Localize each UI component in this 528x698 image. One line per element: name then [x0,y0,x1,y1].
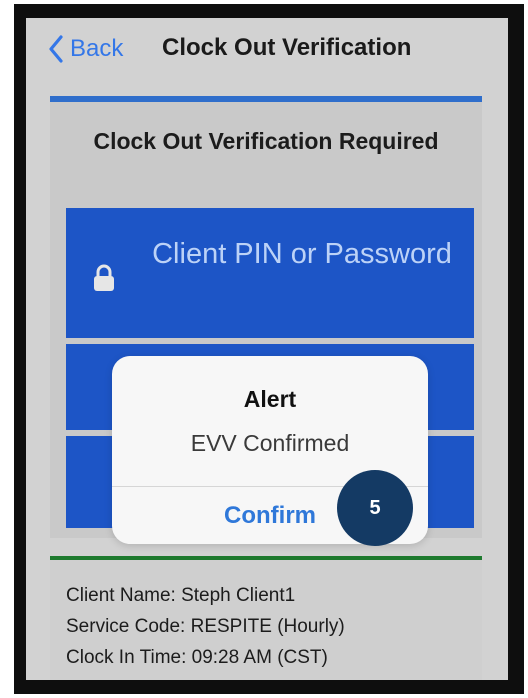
back-button[interactable]: Back [48,33,123,65]
clock-in-time-text: Clock In Time: 09:28 AM (CST) [66,647,328,668]
verification-heading: Clock Out Verification Required [93,128,439,154]
client-pin-input[interactable]: Client PIN or Password [66,208,474,338]
alert-title: Alert [243,386,297,412]
pin-placeholder: Client PIN or Password [152,238,452,270]
navigation-bar: Back Clock Out Verification [26,18,508,80]
step-number-badge: 5 [337,470,413,546]
service-code-text: Service Code: RESPITE (Hourly) [66,616,345,637]
client-name-text: Client Name: Steph Client1 [66,585,296,606]
app-screen: Back Clock Out Verification Clock Out Ve… [26,18,508,680]
lock-icon [92,264,116,297]
page-title: Clock Out Verification [162,34,412,61]
chevron-left-icon [48,35,64,63]
visit-info-card: Client Name: Steph Client1 Service Code:… [50,556,482,680]
back-button-label: Back [70,35,124,62]
alert-message: EVV Confirmed [190,430,350,456]
